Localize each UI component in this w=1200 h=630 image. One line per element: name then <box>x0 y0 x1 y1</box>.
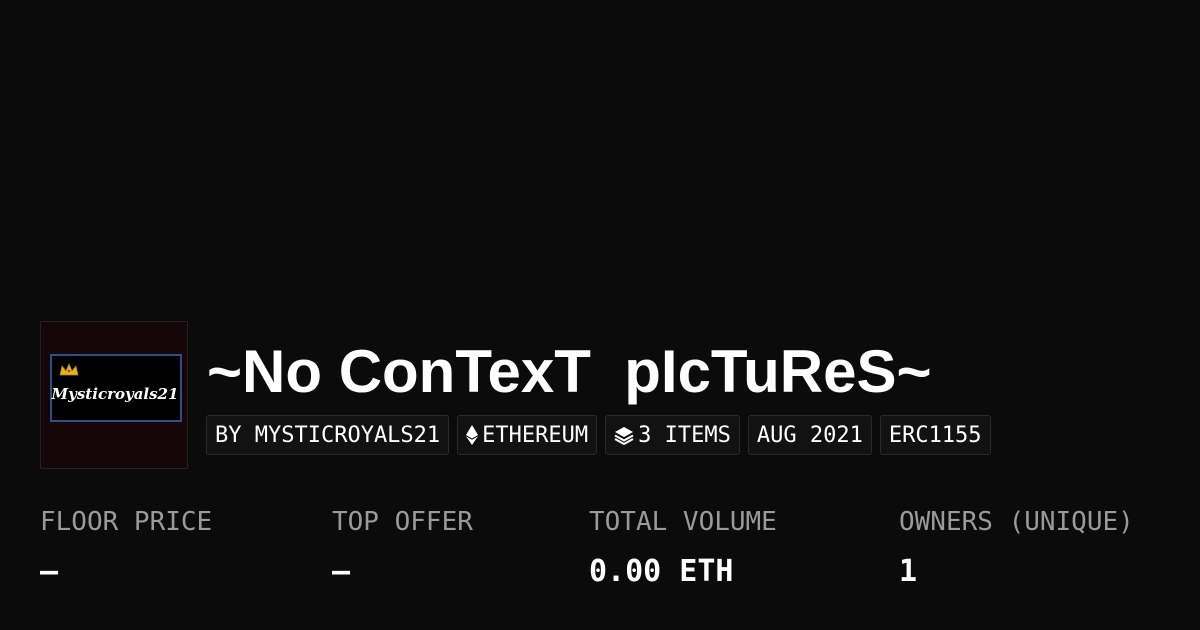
owners-value: 1 <box>899 554 918 589</box>
owners-stat: OWNERS (UNIQUE) 1 <box>899 504 1134 590</box>
top-offer-label: TOP OFFER <box>332 507 473 537</box>
collection-avatar-image: Mysticroyals21 <box>41 322 187 468</box>
collection-avatar: Mysticroyals21 <box>40 321 188 469</box>
chain-tag-label: ETHEREUM <box>482 422 589 448</box>
floor-price-stat: FLOOR PRICE – <box>40 504 212 590</box>
total-volume-label: TOTAL VOLUME <box>589 507 777 537</box>
chain-tag[interactable]: ETHEREUM <box>457 415 598 455</box>
collection-preview-card: Mysticroyals21 ~No ConTexT pIcTuReS~ BY … <box>0 0 1200 630</box>
total-volume-value: 0.00 ETH <box>589 554 734 589</box>
total-volume-stat: TOTAL VOLUME 0.00 ETH <box>589 504 777 590</box>
top-offer-stat: TOP OFFER – <box>332 504 473 590</box>
items-tag-label: 3 ITEMS <box>638 422 731 448</box>
avatar-brand-text: Mysticroyals21 <box>51 385 179 403</box>
items-tag[interactable]: 3 ITEMS <box>605 415 740 455</box>
collection-tags: BY MYSTICROYALS21 ETHEREUM 3 ITEMS AUG 2… <box>206 415 991 455</box>
creator-tag[interactable]: BY MYSTICROYALS21 <box>206 415 450 455</box>
top-offer-value: – <box>332 554 351 589</box>
floor-price-label: FLOOR PRICE <box>40 507 213 537</box>
floor-price-value: – <box>40 554 59 589</box>
creator-tag-label: BY MYSTICROYALS21 <box>215 422 441 448</box>
owners-label: OWNERS (UNIQUE) <box>899 507 1134 537</box>
layers-icon <box>614 425 634 445</box>
date-tag-label: AUG 2021 <box>756 422 863 448</box>
standard-tag: ERC1155 <box>879 415 991 455</box>
date-tag: AUG 2021 <box>747 415 872 455</box>
ethereum-icon <box>466 425 479 445</box>
collection-title: ~No ConTexT pIcTuReS~ <box>207 338 932 405</box>
standard-tag-label: ERC1155 <box>888 422 982 448</box>
